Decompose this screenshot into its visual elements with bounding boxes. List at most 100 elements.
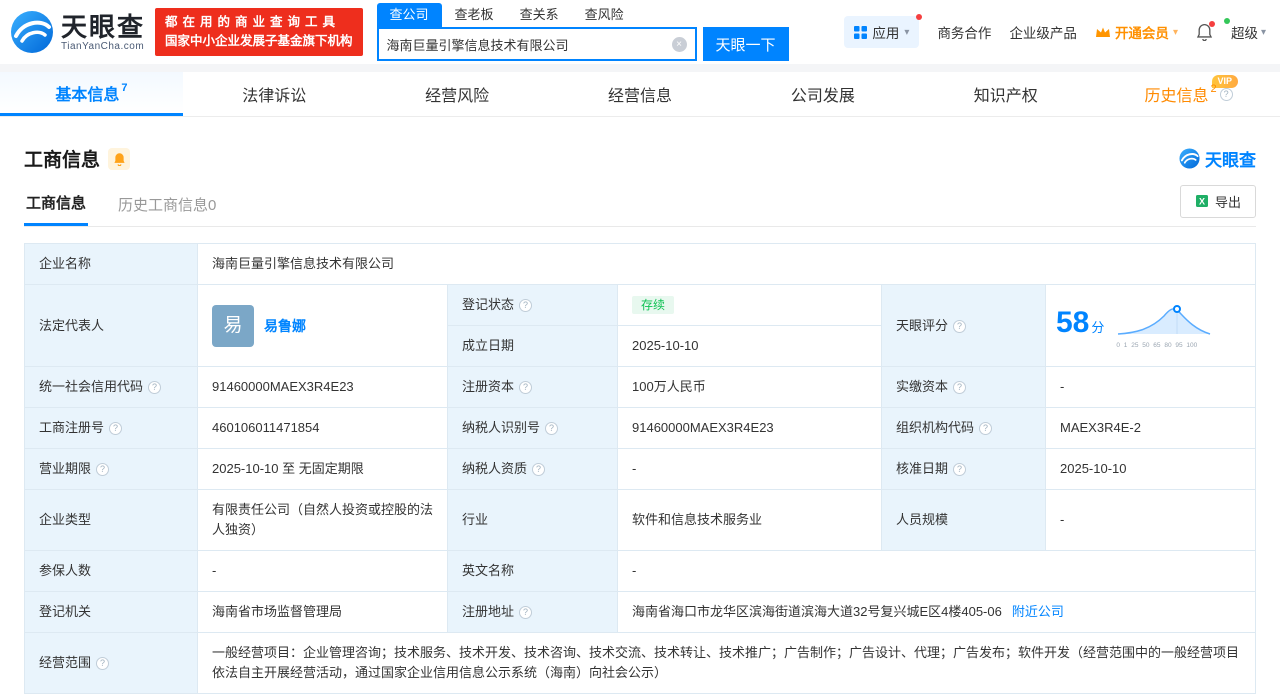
notification-dot <box>1208 21 1215 27</box>
company-nav-tabs: 基本信息 7 法律诉讼 经营风险 经营信息 公司发展 知识产权 VIP 历史信息 2… <box>0 72 1280 117</box>
nav-enterprise-products[interactable]: 企业级产品 <box>1009 22 1077 42</box>
english-name-label: 英文名称 <box>462 563 515 578</box>
nearby-companies-link[interactable]: 附近公司 <box>1012 604 1064 619</box>
reg-authority-value: 海南省市场监督管理局 <box>197 591 448 633</box>
tab-basic-info[interactable]: 基本信息 7 <box>0 72 183 116</box>
industry-label: 行业 <box>462 512 489 527</box>
search-input[interactable] <box>378 36 672 52</box>
industry-value: 软件和信息技术服务业 <box>617 489 882 551</box>
subtab-business-info[interactable]: 工商信息 <box>24 182 89 226</box>
info-icon[interactable]: ? <box>109 422 123 435</box>
tianyancha-logo[interactable]: 天眼查 TianYanCha.com <box>10 10 145 54</box>
tianyancha-logo-icon <box>1179 148 1200 169</box>
tab-intellectual-property[interactable]: 知识产权 <box>914 72 1097 116</box>
export-button[interactable]: X 导出 <box>1179 184 1256 218</box>
english-name-label-cell: 英文名称 <box>447 550 618 592</box>
search-tab-boss[interactable]: 查老板 <box>442 3 507 27</box>
info-icon[interactable]: ? <box>953 463 967 476</box>
open-vip-label: 开通会员 <box>1114 26 1169 41</box>
subscribe-bell-icon[interactable] <box>108 147 131 170</box>
tab-label: 基本信息 <box>55 86 120 104</box>
reg-address-label: 注册地址 <box>462 604 515 619</box>
reg-capital-value: 100万人民币 <box>617 366 882 408</box>
info-icon[interactable]: ? <box>532 463 546 476</box>
info-icon[interactable]: ? <box>519 381 533 394</box>
insured-count-value: - <box>197 550 448 592</box>
search-tab-company[interactable]: 查公司 <box>376 3 442 27</box>
crown-icon <box>1095 27 1110 37</box>
tab-company-development[interactable]: 公司发展 <box>731 72 914 116</box>
slogan-banner: 都在用的商业查询工具 国家中小企业发展子基金旗下机构 <box>155 8 363 56</box>
staff-size-value: - <box>1045 489 1256 551</box>
company-type-label-cell: 企业类型 <box>24 489 198 551</box>
score-value: 58 <box>1056 306 1090 339</box>
score-value-cell[interactable]: 58 分 0 1 25 50 65 80 95 100 <box>1045 284 1256 367</box>
info-icon[interactable]: ? <box>96 463 110 476</box>
tab-operating-risk[interactable]: 经营风险 <box>366 72 549 116</box>
top-header: 天眼查 TianYanCha.com 都在用的商业查询工具 国家中小企业发展子基… <box>0 0 1280 64</box>
reg-status-label: 登记状态 <box>462 297 515 312</box>
info-icon[interactable]: ? <box>953 381 967 394</box>
nav-open-vip[interactable]: 开通会员 ▾ <box>1095 22 1178 42</box>
search-tab-risk[interactable]: 查风险 <box>572 3 637 27</box>
establish-date-label: 成立日期 <box>462 338 515 353</box>
table-row: 营业期限? 2025-10-10 至 无固定期限 纳税人资质? - 核准日期? … <box>24 448 1256 490</box>
nav-super-vip[interactable]: 超级 ▾ <box>1223 18 1266 42</box>
grid-icon <box>854 25 868 39</box>
nav-business-cooperation[interactable]: 商务合作 <box>937 22 991 42</box>
tab-label: 历史信息 <box>1144 88 1209 105</box>
apps-menu[interactable]: 应用 ▾ <box>844 14 923 48</box>
brand-domain: TianYanCha.com <box>61 40 145 52</box>
export-label: 导出 <box>1214 194 1241 210</box>
info-icon[interactable]: ? <box>979 422 993 435</box>
company-type-label: 企业类型 <box>39 512 92 527</box>
excel-export-icon: X <box>1195 195 1208 207</box>
reg-capital-label-cell: 注册资本? <box>447 366 618 408</box>
subtab-history-business-info[interactable]: 历史工商信息0 <box>116 184 218 225</box>
info-icon[interactable]: ? <box>953 319 967 333</box>
credit-code-label: 统一社会信用代码 <box>39 379 144 394</box>
section-head: 工商信息 天眼查 <box>24 145 1256 172</box>
search-block: 查公司 查老板 查关系 查风险 × 天眼一下 <box>376 3 789 61</box>
search-row: × 天眼一下 <box>376 27 789 61</box>
score-label-cell: 天眼评分? <box>881 284 1046 367</box>
tab-badge: 7 <box>121 81 128 94</box>
legal-rep-avatar[interactable]: 易 <box>212 304 254 347</box>
info-icon[interactable]: ? <box>148 381 162 394</box>
legal-rep-label-cell: 法定代表人 <box>24 284 198 367</box>
chevron-down-icon: ▾ <box>1260 26 1266 38</box>
reg-address-label-cell: 注册地址? <box>447 591 618 633</box>
clear-icon[interactable]: × <box>671 36 687 52</box>
legal-rep-link[interactable]: 易鲁娜 <box>264 316 306 336</box>
reg-number-label-cell: 工商注册号? <box>24 407 198 449</box>
tab-history-info[interactable]: VIP 历史信息 2 ? <box>1097 72 1280 116</box>
taxpayer-id-value: 91460000MAEX3R4E23 <box>617 407 882 449</box>
table-row: 经营范围? 一般经营项目：企业管理咨询；技术服务、技术开发、技术咨询、技术交流、… <box>24 632 1256 694</box>
info-icon[interactable]: ? <box>545 422 559 435</box>
info-icon[interactable]: ? <box>1219 87 1233 101</box>
tab-legal-proceedings[interactable]: 法律诉讼 <box>183 72 366 116</box>
score-unit: 分 <box>1091 320 1105 335</box>
table-row: 法定代表人 易 易鲁娜 登记状态? 存续 天眼评分? 58 分 0 1 25 5… <box>24 284 1256 367</box>
info-icon[interactable]: ? <box>96 657 110 670</box>
establish-date-label-cell: 成立日期 <box>447 325 618 367</box>
search-tab-relation[interactable]: 查关系 <box>507 3 572 27</box>
info-icon[interactable]: ? <box>519 299 533 312</box>
paid-capital-label-cell: 实缴资本? <box>881 366 1046 408</box>
notification-bell-icon[interactable] <box>1196 21 1215 41</box>
reg-address-value: 海南省海口市龙华区滨海街道滨海大道32号复兴城E区4楼405-06 <box>632 604 1002 619</box>
table-row: 统一社会信用代码? 91460000MAEX3R4E23 注册资本? 100万人… <box>24 366 1256 408</box>
tab-label: 经营风险 <box>425 88 490 105</box>
table-row: 工商注册号? 460106011471854 纳税人识别号? 91460000M… <box>24 407 1256 449</box>
search-input-wrap: × <box>376 27 697 61</box>
score-number: 58 分 <box>1056 308 1105 338</box>
tab-operating-info[interactable]: 经营信息 <box>549 72 732 116</box>
taxpayer-qual-label: 纳税人资质 <box>462 461 528 476</box>
credit-code-label-cell: 统一社会信用代码? <box>24 366 198 408</box>
reg-status-value-cell: 存续 <box>617 284 882 326</box>
company-type-value: 有限责任公司（自然人投资或控股的法人独资） <box>197 489 448 551</box>
table-row: 参保人数 - 英文名称 - <box>24 550 1256 592</box>
org-code-label: 组织机构代码 <box>896 420 975 435</box>
info-icon[interactable]: ? <box>519 606 533 619</box>
search-button[interactable]: 天眼一下 <box>702 27 789 61</box>
